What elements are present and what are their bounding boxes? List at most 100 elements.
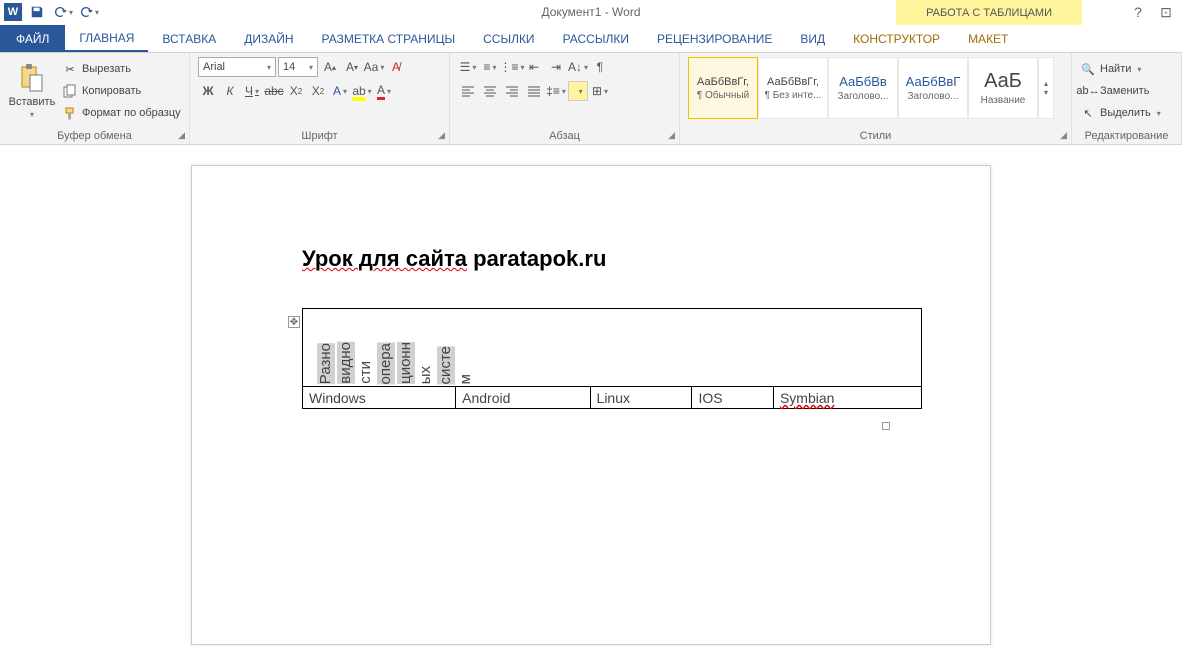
- rotated-word: Разно: [317, 343, 335, 384]
- font-name-combo[interactable]: Arial▾: [198, 57, 276, 77]
- shrink-font-icon[interactable]: A▾: [342, 57, 362, 77]
- group-paragraph: ☰ ≡ ⋮≡ ⇤ ⇥ A↓ ¶ ‡≡ ⊞ Абзац ◢: [450, 53, 680, 144]
- style-heading1[interactable]: АаБбВв Заголово...: [828, 57, 898, 119]
- align-right-icon[interactable]: [502, 81, 522, 101]
- tab-mailings[interactable]: РАССЫЛКИ: [549, 25, 643, 52]
- shading-icon[interactable]: [568, 81, 588, 101]
- replace-button[interactable]: ab↔ Заменить: [1080, 81, 1173, 101]
- style-heading2[interactable]: АаБбВвГ Заголово...: [898, 57, 968, 119]
- style-no-spacing[interactable]: АаБбВвГг, ¶ Без инте...: [758, 57, 828, 119]
- content-table[interactable]: Разно видно сти опера ционн ых систе м W…: [302, 308, 922, 409]
- copy-label: Копировать: [82, 85, 141, 97]
- tab-table-design[interactable]: КОНСТРУКТОР: [839, 25, 954, 52]
- paste-icon: [16, 62, 48, 94]
- tab-table-layout[interactable]: МАКЕТ: [954, 25, 1022, 52]
- group-paragraph-label: Абзац: [450, 130, 679, 142]
- table-cell[interactable]: Linux: [590, 387, 692, 409]
- table-cell[interactable]: Android: [456, 387, 590, 409]
- underline-button[interactable]: Ч: [242, 81, 262, 101]
- document-title: Документ1 - Word: [541, 5, 640, 19]
- copy-button[interactable]: Копировать: [62, 81, 181, 101]
- group-styles: АаБбВвГг, ¶ Обычный АаБбВвГг, ¶ Без инте…: [680, 53, 1072, 144]
- table-row[interactable]: Разно видно сти опера ционн ых систе м: [303, 309, 922, 387]
- style-normal[interactable]: АаБбВвГг, ¶ Обычный: [688, 57, 758, 119]
- superscript-button[interactable]: X2: [308, 81, 328, 101]
- tab-page-layout[interactable]: РАЗМЕТКА СТРАНИЦЫ: [308, 25, 470, 52]
- style-name: ¶ Без инте...: [765, 90, 822, 101]
- increase-indent-icon[interactable]: ⇥: [546, 57, 566, 77]
- paragraph-launcher-icon[interactable]: ◢: [668, 130, 675, 141]
- find-icon: 🔍: [1080, 61, 1096, 77]
- table-resize-handle-icon[interactable]: [882, 422, 890, 430]
- format-painter-label: Формат по образцу: [82, 107, 181, 119]
- sort-icon[interactable]: A↓: [568, 57, 588, 77]
- group-clipboard-label: Буфер обмена: [0, 130, 189, 142]
- grow-font-icon[interactable]: A▴: [320, 57, 340, 77]
- document-area[interactable]: Урок для сайта paratapok.ru ✥ Разно видн…: [0, 145, 1182, 647]
- change-case-icon[interactable]: Aa: [364, 57, 384, 77]
- window-controls: ? ⊡: [1128, 2, 1182, 22]
- select-button[interactable]: ↖ Выделить: [1080, 103, 1173, 123]
- tab-references[interactable]: ССЫЛКИ: [469, 25, 548, 52]
- ribbon: Вставить ▾ ✂ Вырезать Копировать: [0, 53, 1182, 145]
- page[interactable]: Урок для сайта paratapok.ru ✥ Разно видн…: [191, 165, 991, 645]
- table-row[interactable]: Windows Android Linux IOS Symbian: [303, 387, 922, 409]
- align-left-icon[interactable]: [458, 81, 478, 101]
- brush-icon: [62, 105, 78, 121]
- strikethrough-button[interactable]: abc: [264, 81, 284, 101]
- find-label: Найти: [1100, 63, 1131, 75]
- styles-more-icon[interactable]: ▴▾: [1038, 57, 1054, 119]
- highlight-icon[interactable]: ab: [352, 81, 372, 101]
- clear-formatting-icon[interactable]: A̸: [386, 57, 406, 77]
- multilevel-list-icon[interactable]: ⋮≡: [502, 57, 522, 77]
- table-cell[interactable]: IOS: [692, 387, 773, 409]
- style-name: Заголово...: [908, 91, 959, 102]
- bold-button[interactable]: Ж: [198, 81, 218, 101]
- group-styles-label: Стили: [680, 130, 1071, 142]
- styles-launcher-icon[interactable]: ◢: [1060, 130, 1067, 141]
- justify-icon[interactable]: [524, 81, 544, 101]
- style-title[interactable]: АаБ Название: [968, 57, 1038, 119]
- titlebar: W Документ1 - Word РАБОТА С ТАБЛИЦАМИ ? …: [0, 0, 1182, 25]
- table-tools-contextual-tab: РАБОТА С ТАБЛИЦАМИ: [896, 0, 1082, 25]
- cut-button[interactable]: ✂ Вырезать: [62, 59, 181, 79]
- numbering-icon[interactable]: ≡: [480, 57, 500, 77]
- format-painter-button[interactable]: Формат по образцу: [62, 103, 181, 123]
- rotated-word: систе: [437, 346, 455, 384]
- tab-home[interactable]: ГЛАВНАЯ: [65, 25, 148, 52]
- show-marks-icon[interactable]: ¶: [590, 57, 610, 77]
- subscript-button[interactable]: X2: [286, 81, 306, 101]
- clipboard-launcher-icon[interactable]: ◢: [178, 130, 185, 141]
- bullets-icon[interactable]: ☰: [458, 57, 478, 77]
- tab-file[interactable]: ФАЙЛ: [0, 25, 65, 52]
- text-effects-icon[interactable]: A: [330, 81, 350, 101]
- rotated-word: ционн: [397, 342, 415, 384]
- font-color-icon[interactable]: A: [374, 81, 394, 101]
- ribbon-display-options-icon[interactable]: ⊡: [1156, 2, 1176, 22]
- rotated-word: м: [457, 374, 475, 384]
- save-icon[interactable]: [26, 1, 48, 23]
- find-button[interactable]: 🔍 Найти: [1080, 59, 1173, 79]
- table-header-cell[interactable]: Разно видно сти опера ционн ых систе м: [303, 309, 922, 387]
- tab-view[interactable]: ВИД: [786, 25, 839, 52]
- word-app-icon[interactable]: W: [4, 3, 22, 21]
- table-cell[interactable]: Symbian: [773, 387, 921, 409]
- table-cell[interactable]: Windows: [303, 387, 456, 409]
- font-launcher-icon[interactable]: ◢: [438, 130, 445, 141]
- help-icon[interactable]: ?: [1128, 2, 1148, 22]
- redo-icon[interactable]: [78, 1, 100, 23]
- italic-button[interactable]: К: [220, 81, 240, 101]
- line-spacing-icon[interactable]: ‡≡: [546, 81, 566, 101]
- borders-icon[interactable]: ⊞: [590, 81, 610, 101]
- paste-button[interactable]: Вставить ▾: [8, 57, 56, 123]
- document-heading[interactable]: Урок для сайта paratapok.ru: [302, 246, 880, 272]
- tab-review[interactable]: РЕЦЕНЗИРОВАНИЕ: [643, 25, 786, 52]
- table-move-handle-icon[interactable]: ✥: [288, 316, 300, 328]
- tab-design[interactable]: ДИЗАЙН: [230, 25, 307, 52]
- styles-gallery[interactable]: АаБбВвГг, ¶ Обычный АаБбВвГг, ¶ Без инте…: [688, 57, 1063, 119]
- tab-insert[interactable]: ВСТАВКА: [148, 25, 230, 52]
- decrease-indent-icon[interactable]: ⇤: [524, 57, 544, 77]
- font-size-combo[interactable]: 14▾: [278, 57, 318, 77]
- undo-icon[interactable]: [52, 1, 74, 23]
- align-center-icon[interactable]: [480, 81, 500, 101]
